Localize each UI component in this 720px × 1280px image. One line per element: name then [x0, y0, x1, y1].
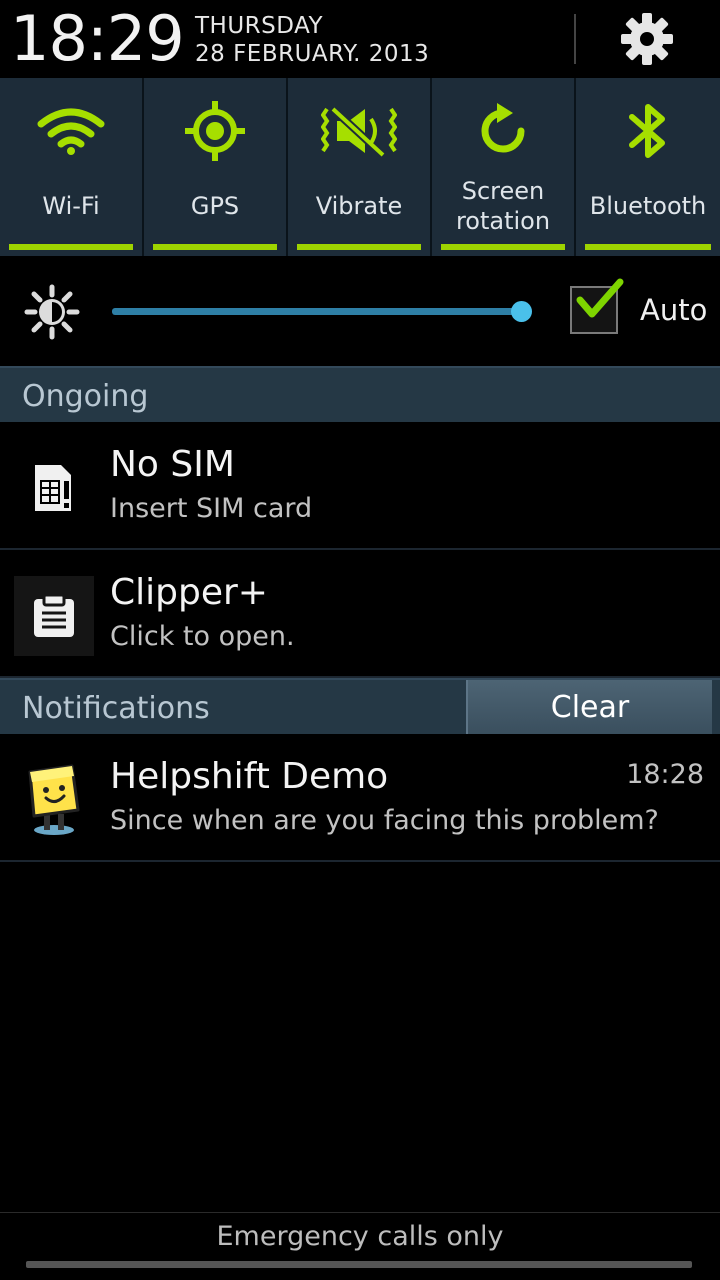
toggle-label: Vibrate	[315, 192, 403, 220]
bluetooth-icon	[629, 104, 665, 158]
quick-settings-toggles: Wi-Fi GPS Vibrate Screen rotation Blueto…	[0, 78, 720, 256]
date: 28 FEBRUARY. 2013	[195, 41, 430, 67]
toggle-active-indicator	[153, 244, 277, 250]
toggle-active-indicator	[297, 244, 421, 250]
section-title: Ongoing	[22, 379, 149, 414]
toggle-bluetooth[interactable]: Bluetooth	[576, 78, 720, 256]
toggle-vibrate[interactable]: Vibrate	[288, 78, 432, 256]
vibrate-icon	[321, 106, 397, 158]
weekday: THURSDAY	[195, 13, 324, 39]
notification-subtitle: Click to open.	[110, 621, 295, 652]
notification-title: Clipper+	[110, 572, 268, 613]
notification-title: No SIM	[110, 444, 235, 485]
notification-clipper[interactable]: Clipper+ Click to open.	[0, 552, 720, 678]
header-divider	[574, 14, 576, 64]
rotation-icon	[481, 103, 525, 153]
toggle-gps[interactable]: GPS	[144, 78, 288, 256]
auto-brightness-checkbox[interactable]	[570, 278, 624, 334]
toggle-active-indicator	[9, 244, 133, 250]
wifi-icon	[37, 108, 105, 155]
footer-divider	[0, 1212, 720, 1213]
notification-icon	[14, 760, 94, 840]
brightness-slider-thumb[interactable]	[511, 301, 532, 322]
brightness-icon	[24, 284, 80, 340]
notification-subtitle: Insert SIM card	[110, 493, 313, 524]
sim-card-icon	[35, 465, 71, 511]
notification-time: 18:28	[626, 759, 704, 790]
section-title: Notifications	[22, 691, 210, 726]
toggle-active-indicator	[585, 244, 711, 250]
status-header: 18:29 THURSDAY 28 FEBRUARY. 2013	[0, 0, 720, 78]
clipboard-icon	[34, 593, 74, 637]
brightness-slider[interactable]	[112, 308, 522, 315]
gps-icon	[185, 101, 245, 161]
toggle-label: Wi-Fi	[42, 192, 100, 220]
brightness-row: Auto	[0, 256, 720, 366]
notification-subtitle: Since when are you facing this problem?	[110, 805, 659, 836]
notification-title: Helpshift Demo	[110, 756, 389, 797]
notification-icon	[14, 576, 94, 656]
toggle-label: GPS	[190, 192, 240, 220]
toggle-screen-rotation[interactable]: Screen rotation	[432, 78, 576, 256]
notifications-section-header: Notifications Clear	[0, 678, 720, 734]
auto-brightness-label: Auto	[640, 293, 708, 327]
toggle-label: Bluetooth	[589, 192, 707, 220]
notification-no-sim[interactable]: No SIM Insert SIM card	[0, 424, 720, 550]
toggle-label: Screen rotation	[455, 177, 551, 235]
gear-icon	[621, 13, 673, 65]
toggle-active-indicator	[441, 244, 565, 250]
notification-helpshift[interactable]: Helpshift Demo Since when are you facing…	[0, 736, 720, 862]
notification-icon	[14, 448, 94, 528]
clock: 18:29	[10, 2, 185, 75]
checkmark-icon	[576, 278, 624, 318]
toggle-wifi[interactable]: Wi-Fi	[0, 78, 144, 256]
ongoing-section-header: Ongoing	[0, 366, 720, 422]
notification-shade: 18:29 THURSDAY 28 FEBRUARY. 2013 Wi-Fi G…	[0, 0, 720, 1280]
clear-button[interactable]: Clear	[466, 680, 712, 734]
helpshift-mascot-icon	[28, 764, 80, 835]
settings-button[interactable]	[612, 6, 682, 72]
carrier-status: Emergency calls only	[216, 1221, 504, 1252]
shade-drag-handle[interactable]	[26, 1261, 692, 1268]
